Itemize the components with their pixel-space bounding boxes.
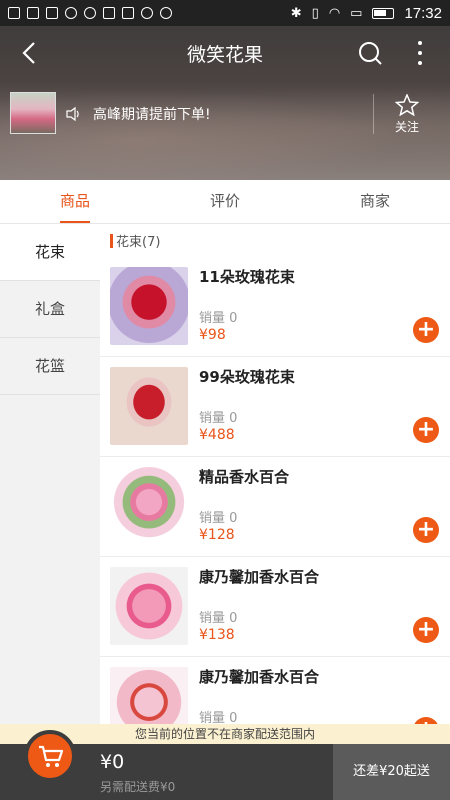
category-gift-box[interactable]: 礼盒: [0, 281, 100, 338]
product-sales: 销量 0: [199, 311, 238, 326]
product-image[interactable]: [110, 467, 188, 545]
add-to-cart-button[interactable]: +: [413, 617, 439, 643]
speaker-icon: [66, 106, 79, 122]
star-icon: [395, 94, 419, 116]
product-sales: 销量 0: [199, 611, 238, 626]
category-basket[interactable]: 花篮: [0, 338, 100, 395]
product-image[interactable]: [110, 567, 188, 645]
tab-products[interactable]: 商品: [0, 180, 150, 223]
more-menu-icon[interactable]: [412, 39, 428, 67]
nav-bar: 微笑花果: [0, 26, 450, 80]
product-sales: 销量 0: [199, 411, 238, 426]
globe-icon: [65, 7, 77, 19]
smiley-icon: [160, 7, 172, 19]
tab-reviews[interactable]: 评价: [150, 180, 300, 223]
product-image[interactable]: [110, 667, 188, 724]
product-name: 精品香水百合: [199, 468, 290, 486]
section-title: 花束(7): [116, 235, 161, 250]
sim-icon: ▭: [350, 5, 363, 21]
category-sidebar: 花束 礼盒 花篮: [0, 224, 100, 724]
product-price: ¥98: [199, 327, 226, 343]
follow-label: 关注: [394, 120, 419, 134]
vibrate-icon: ▯: [311, 5, 319, 21]
product-name: 康乃馨加香水百合: [199, 668, 320, 686]
tab-merchant[interactable]: 商家: [300, 180, 450, 223]
shield-icon: [103, 7, 115, 19]
battery-icon: [372, 7, 395, 19]
checkout-button[interactable]: 还差¥20起送: [333, 744, 450, 800]
product-item[interactable]: 精品香水百合 销量 0 ¥128 +: [100, 457, 450, 557]
status-bar: ✱ ▯ ◠ ▭ 17:32: [0, 0, 450, 26]
follow-button[interactable]: 关注: [384, 94, 430, 135]
product-name: 99朵玫瑰花束: [199, 368, 295, 386]
cart-bar: ¥0 另需配送费¥0 还差¥20起送: [0, 730, 450, 800]
back-arrow-icon[interactable]: [18, 40, 44, 66]
message-icon: [46, 7, 58, 19]
section-header: 花束(7): [100, 224, 450, 257]
shop-header: ✱ ▯ ◠ ▭ 17:32 微笑花果 高峰期请提前下单! 关注: [0, 0, 450, 180]
product-image[interactable]: [110, 267, 188, 345]
divider: [373, 94, 374, 134]
cart-total: ¥0: [100, 751, 125, 773]
product-name: 11朵玫瑰花束: [199, 268, 295, 286]
tab-bar: 商品 评价 商家: [0, 180, 450, 224]
globe-icon: [141, 7, 153, 19]
product-price: ¥488: [199, 427, 235, 443]
sync-icon: [84, 7, 96, 19]
product-item[interactable]: 99朵玫瑰花束 销量 0 ¥488 +: [100, 357, 450, 457]
add-to-cart-button[interactable]: +: [413, 717, 439, 724]
product-price: ¥138: [199, 627, 235, 643]
app-notification-icon: [8, 7, 20, 19]
delivery-fee: 另需配送费¥0: [100, 780, 176, 794]
product-sales: 销量 0: [199, 511, 238, 526]
product-name: 康乃馨加香水百合: [199, 568, 320, 586]
section-marker: [110, 233, 113, 248]
image-icon: [122, 7, 134, 19]
shop-notice: 高峰期请提前下单!: [93, 107, 211, 123]
status-time: 17:32: [404, 4, 442, 22]
search-icon[interactable]: [357, 40, 383, 66]
add-to-cart-button[interactable]: +: [413, 417, 439, 443]
product-item[interactable]: 11朵玫瑰花束 销量 0 ¥98 +: [100, 257, 450, 357]
wifi-icon: ◠: [328, 5, 341, 21]
product-sales: 销量 0: [199, 711, 238, 724]
cart-button[interactable]: [24, 730, 76, 782]
notification-icons: [8, 7, 172, 19]
product-image[interactable]: [110, 367, 188, 445]
add-to-cart-button[interactable]: +: [413, 317, 439, 343]
product-item[interactable]: 康乃馨加香水百合 销量 0 +: [100, 657, 450, 724]
shop-logo: [10, 92, 56, 134]
category-bouquet[interactable]: 花束: [0, 224, 100, 281]
cart-icon: [39, 745, 64, 767]
product-item[interactable]: 康乃馨加香水百合 销量 0 ¥138 +: [100, 557, 450, 657]
trash-icon: [27, 7, 39, 19]
bluetooth-icon: ✱: [290, 5, 302, 21]
add-to-cart-button[interactable]: +: [413, 517, 439, 543]
product-price: ¥128: [199, 527, 235, 543]
product-list: 花束(7) 11朵玫瑰花束 销量 0 ¥98 + 99朵玫瑰花束 销量 0 ¥4…: [100, 224, 450, 724]
